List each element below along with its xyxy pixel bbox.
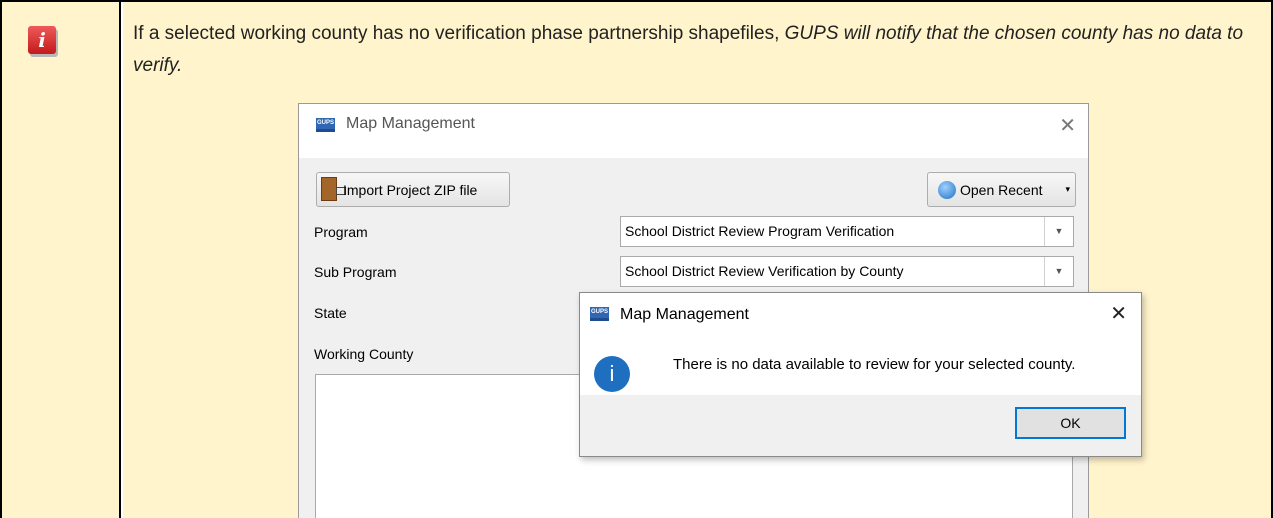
- dialog-title: Map Management: [346, 115, 475, 132]
- import-button-label: Import Project ZIP file: [343, 182, 478, 198]
- note-box: i If a selected working county has no ve…: [0, 0, 1273, 518]
- dialog-title-bar: GUPS Map Management ✕: [299, 104, 1088, 158]
- message-footer: OK: [580, 395, 1141, 456]
- message-title: Map Management: [620, 306, 749, 323]
- dropdown-arrow-icon[interactable]: ▼: [1044, 217, 1073, 246]
- message-close-icon[interactable]: ✕: [1110, 301, 1127, 326]
- info-circle-icon: i: [594, 356, 630, 392]
- working-county-label: Working County: [314, 346, 414, 362]
- no-data-message-box: GUPS Map Management ✕ i There is no data…: [579, 292, 1142, 457]
- state-label: State: [314, 305, 347, 321]
- sub-program-select[interactable]: School District Review Verification by C…: [620, 256, 1074, 287]
- import-project-zip-button[interactable]: Import Project ZIP file: [316, 172, 510, 207]
- dropdown-arrow-icon[interactable]: ▼: [1044, 257, 1073, 286]
- note-icon-cell: i: [2, 2, 121, 518]
- info-icon-glyph: i: [38, 28, 46, 52]
- info-icon: i: [28, 26, 56, 54]
- zip-archive-icon: [321, 177, 346, 201]
- note-text-plain: If a selected working county has no veri…: [133, 23, 785, 44]
- open-recent-button[interactable]: Open Recent ▾: [927, 172, 1076, 207]
- open-recent-label: Open Recent: [960, 182, 1043, 198]
- globe-icon: [938, 181, 956, 199]
- gups-app-icon: GUPS: [316, 118, 335, 132]
- note-content-cell: If a selected working county has no veri…: [123, 2, 1271, 518]
- message-text: There is no data available to review for…: [673, 356, 1076, 373]
- sub-program-value: School District Review Verification by C…: [625, 263, 904, 279]
- message-title-bar: GUPS Map Management ✕: [580, 293, 1141, 337]
- program-select[interactable]: School District Review Program Verificat…: [620, 216, 1074, 247]
- gups-app-icon: GUPS: [590, 307, 609, 321]
- dialog-close-icon[interactable]: ✕: [1059, 113, 1076, 138]
- ok-button[interactable]: OK: [1015, 407, 1126, 439]
- sub-program-label: Sub Program: [314, 264, 397, 280]
- program-value: School District Review Program Verificat…: [625, 223, 895, 239]
- program-label: Program: [314, 224, 368, 240]
- note-text: If a selected working county has no veri…: [133, 18, 1253, 82]
- chevron-down-icon: ▾: [1065, 184, 1070, 194]
